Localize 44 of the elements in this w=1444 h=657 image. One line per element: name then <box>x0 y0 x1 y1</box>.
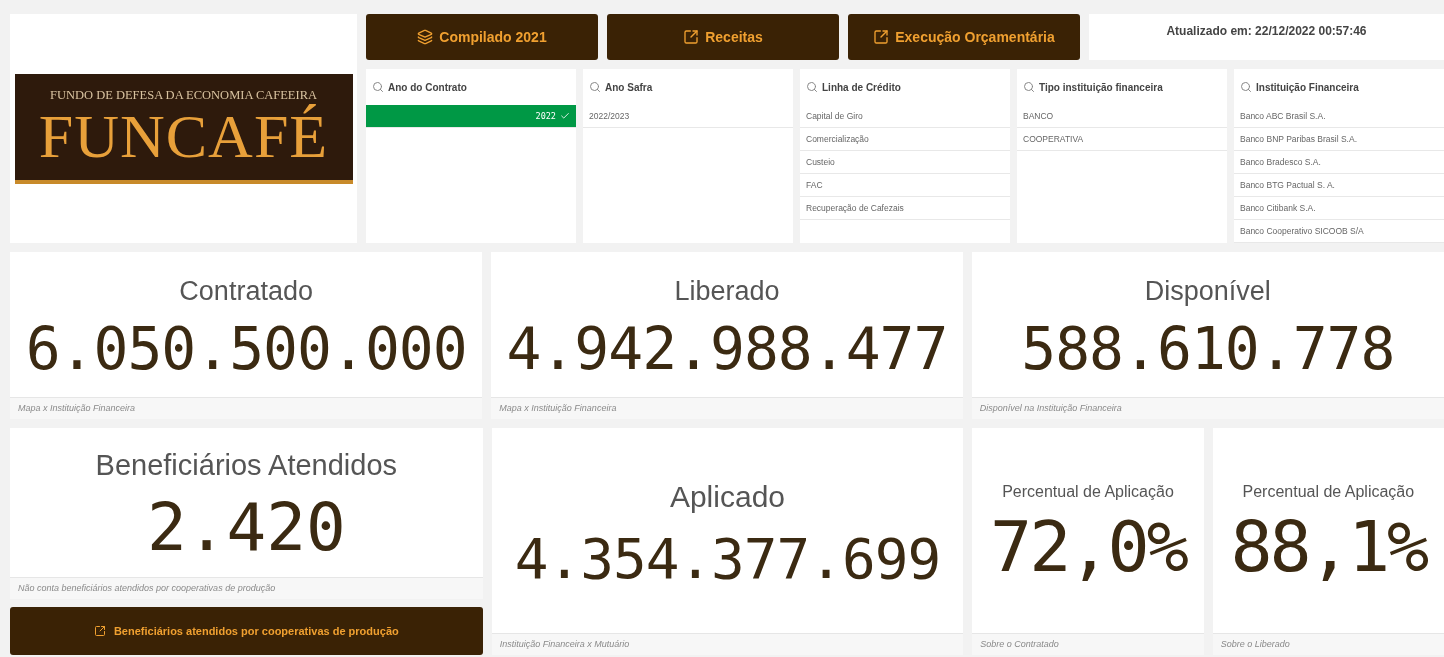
nav-button[interactable]: Compilado 2021 <box>366 14 598 60</box>
external-link-icon <box>93 625 106 637</box>
search-icon[interactable] <box>1023 81 1035 93</box>
filter-title: Tipo instituição financeira <box>1039 80 1163 95</box>
filter-title: Ano Safra <box>605 80 653 95</box>
kpi-value: 2.420 <box>146 495 346 562</box>
kpi-title: Beneficiários Atendidos <box>95 447 398 483</box>
kpi-value: 4.942.988.477 <box>506 319 948 378</box>
external-link-icon <box>683 29 700 45</box>
search-icon[interactable] <box>372 81 384 93</box>
nav-button[interactable]: Receitas <box>607 14 839 60</box>
nav-button[interactable]: Execução Orçamentária <box>848 14 1080 60</box>
kpi-title: Liberado <box>674 275 780 309</box>
kpi-value: 88,1% <box>1230 511 1427 582</box>
card-caption: Sobre o Contratado <box>980 637 1059 651</box>
kpi-title: Aplicado <box>669 479 785 515</box>
filter-title: Instituição Financeira <box>1256 80 1359 95</box>
logo-subtitle: FUNDO DE DEFESA DA ECONOMIA CAFEEIRA <box>49 87 317 104</box>
card-caption: Mapa x Instituição Financeira <box>499 401 617 415</box>
logo-name: FUNCAFÉ <box>38 104 329 167</box>
search-icon[interactable] <box>589 81 601 93</box>
kpi-value: 6.050.500.000 <box>25 319 467 378</box>
kpi-title: Percentual de Aplicação <box>1242 481 1415 502</box>
updated-timestamp: Atualizado em: 22/12/2022 00:57:46 <box>1166 23 1367 40</box>
kpi-title: Contratado <box>179 275 313 309</box>
search-icon[interactable] <box>806 81 818 93</box>
search-icon[interactable] <box>1240 81 1252 93</box>
filter-title: Linha de Crédito <box>822 80 901 95</box>
kpi-title: Disponível <box>1144 275 1271 309</box>
kpi-value: 72,0% <box>990 511 1186 582</box>
check-icon <box>560 111 570 121</box>
card-caption: Sobre o Liberado <box>1220 637 1290 651</box>
card-caption: Disponível na Instituição Financeira <box>979 401 1122 415</box>
card-caption: Instituição Financeira x Mutuário <box>499 637 630 651</box>
external-link-icon <box>873 29 890 45</box>
filter-item[interactable]: 2022 <box>366 105 576 128</box>
filter-title: Ano do Contrato <box>388 80 467 95</box>
kpi-value: 588.610.778 <box>1021 319 1395 378</box>
kpi-title: Percentual de Aplicação <box>1002 481 1174 502</box>
cooperatives-button[interactable]: Beneficiários atendidos por cooperativas de produção <box>10 607 483 655</box>
layers-icon <box>417 29 434 45</box>
card-caption: Mapa x Instituição Financeira <box>18 401 136 415</box>
card-caption: Não conta beneficiários atendidos por cooperativas de produção <box>18 581 276 595</box>
kpi-value: 4.354.377.699 <box>514 531 941 587</box>
